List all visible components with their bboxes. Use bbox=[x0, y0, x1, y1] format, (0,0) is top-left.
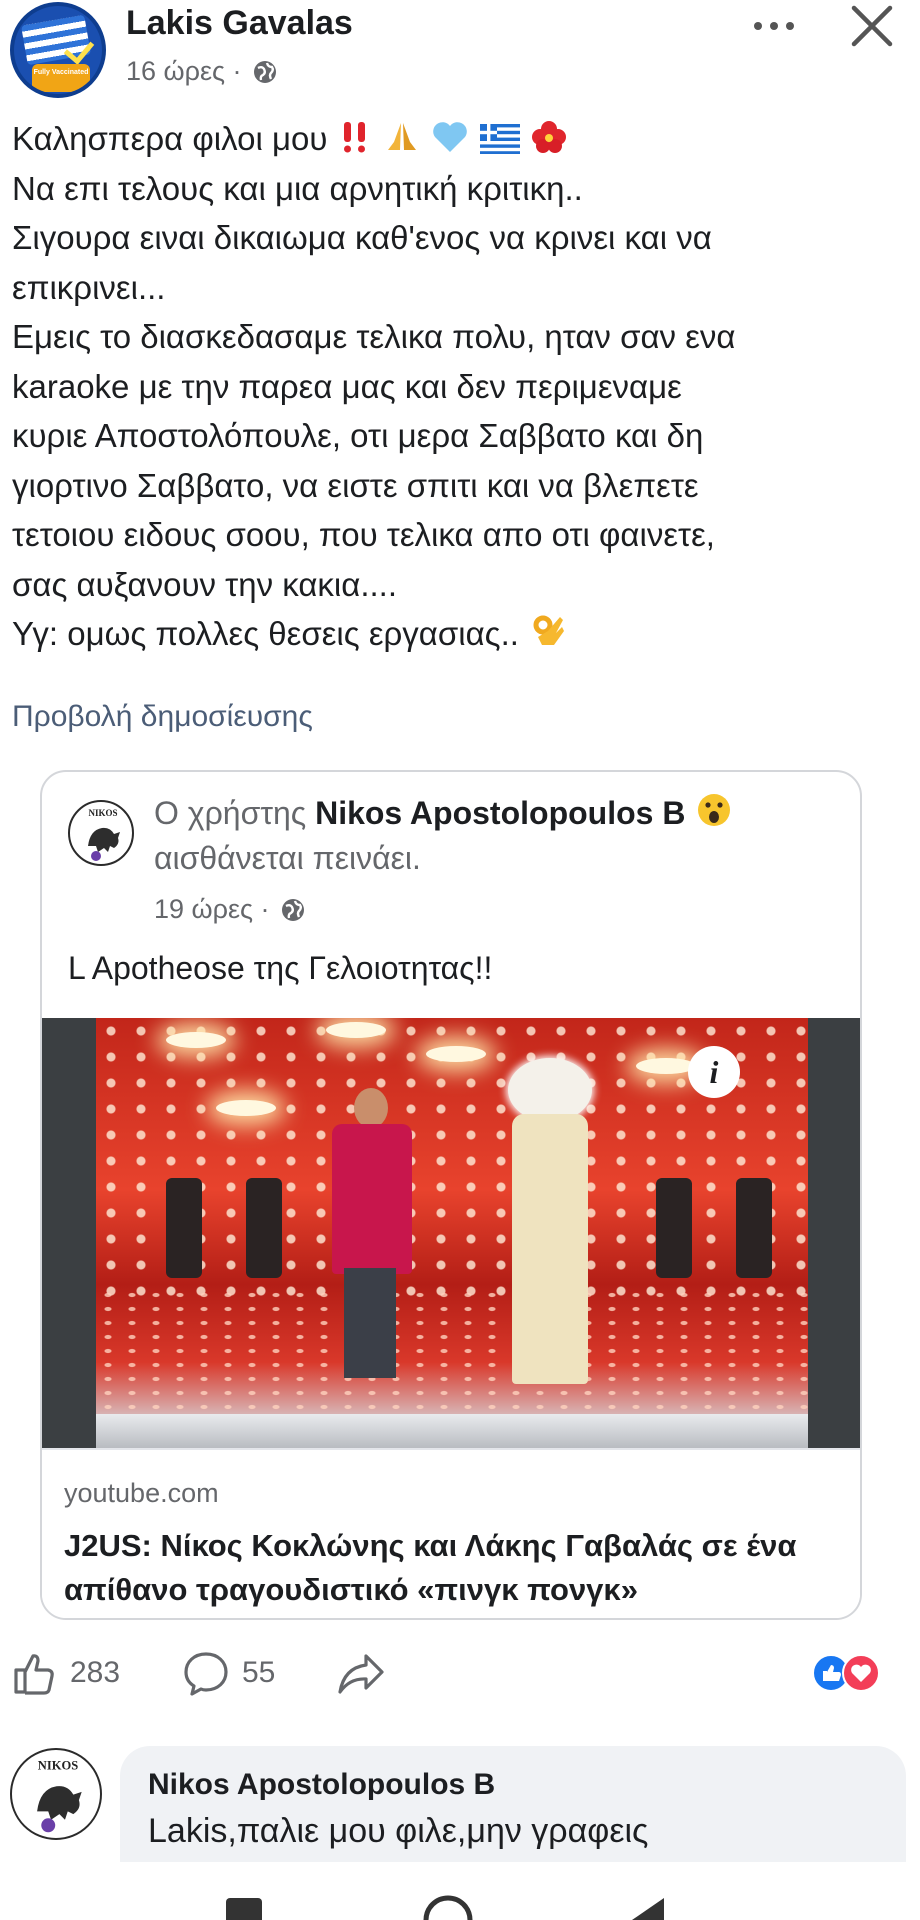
shared-author-line: Ο χρήστης Nikos Apostolopoulos B bbox=[154, 792, 732, 832]
link-domain: youtube.com bbox=[64, 1478, 219, 1508]
comment-count: 55 bbox=[242, 1656, 276, 1689]
post-line: κυριε Αποστολόπουλε, οτι μερα Σαββατο κα… bbox=[12, 417, 704, 454]
link-preview[interactable]: youtube.com J2US: Νίκος Κοκλώνης και Λάκ… bbox=[42, 1448, 860, 1618]
comment-icon bbox=[184, 1652, 228, 1696]
shared-feeling: αισθάνεται πεινάει. bbox=[154, 840, 421, 876]
home-button bbox=[423, 1895, 473, 1920]
love-reaction-icon bbox=[842, 1654, 880, 1692]
info-icon[interactable]: i bbox=[688, 1046, 740, 1098]
share-icon bbox=[338, 1654, 384, 1694]
recents-button bbox=[226, 1898, 262, 1920]
lion-logo-icon: NIKOS bbox=[37, 1759, 82, 1833]
like-count: 283 bbox=[70, 1656, 121, 1689]
lion-logo-icon: NIKOS bbox=[88, 808, 120, 861]
greece-flag-icon bbox=[480, 124, 521, 154]
video-thumbnail[interactable]: i bbox=[42, 1018, 860, 1448]
hibiscus-icon bbox=[532, 121, 567, 153]
close-icon[interactable] bbox=[846, 0, 898, 52]
shared-author-avatar[interactable]: NIKOS bbox=[68, 800, 134, 866]
like-icon bbox=[14, 1654, 54, 1695]
comment-text: Lakis,παλιε μου φιλε,μην γραφεις bbox=[148, 1812, 649, 1850]
action-bar: 283 55 bbox=[0, 1640, 920, 1710]
post-line: Καλησπερα φιλοι μου bbox=[12, 114, 912, 164]
post-line: επικρινει... bbox=[12, 268, 166, 306]
avatar-badge: Fully Vaccinated bbox=[32, 64, 90, 92]
post-line: Να επι τελους και μια αρνητική κριτικη.. bbox=[12, 169, 583, 207]
logo-text: NIKOS bbox=[88, 808, 117, 818]
post-time[interactable]: 16 ώρες · bbox=[126, 56, 242, 87]
back-button bbox=[632, 1898, 664, 1920]
post-line: σας αυξανουν την κακια.... bbox=[12, 565, 397, 603]
commenter-avatar[interactable]: NIKOS bbox=[10, 1748, 102, 1840]
author-name[interactable]: Lakis Gavalas bbox=[126, 4, 353, 43]
globe-icon bbox=[281, 898, 304, 921]
shared-author-name[interactable]: Nikos Apostolopoulos B bbox=[315, 795, 685, 831]
shared-meta: 19 ώρες · bbox=[154, 894, 306, 925]
commenter-name[interactable]: Nikos Apostolopoulos B bbox=[148, 1768, 495, 1802]
ok-hand-icon bbox=[533, 615, 565, 645]
post-line: Εμεις το διασκεδασαμε τελικα πολυ, ηταν … bbox=[12, 318, 736, 355]
comment-button[interactable]: 55 bbox=[182, 1650, 275, 1696]
globe-icon bbox=[253, 60, 276, 83]
view-post-link[interactable]: Προβολή δημοσίευσης bbox=[12, 700, 313, 734]
post-meta: 16 ώρες · bbox=[126, 56, 278, 87]
reaction-summary[interactable] bbox=[812, 1654, 892, 1694]
share-button[interactable] bbox=[336, 1650, 386, 1696]
post-text: Καλησπερα φιλοι μου Να επι τελους και μι… bbox=[12, 114, 912, 659]
post-line: Υγ: ομως πολλες θεσεις εργασιας.. bbox=[12, 609, 912, 659]
system-nav-bar bbox=[0, 1880, 920, 1920]
post-line: karaoke με την παρεα μας και δεν περιμεν… bbox=[12, 367, 682, 405]
post-line: τετοιου ειδους σοου, που τελικα απο οτι … bbox=[12, 516, 715, 553]
surprised-face-icon bbox=[698, 794, 731, 826]
post-line: Σιγουρα ειναι δικαιωμα καθ'ενος να κρινε… bbox=[12, 219, 712, 256]
double-exclamation-icon bbox=[343, 122, 365, 153]
light-blue-heart-icon bbox=[433, 122, 467, 152]
more-icon[interactable] bbox=[744, 6, 804, 46]
post-header: Fully Vaccinated Lakis Gavalas 16 ώρες · bbox=[0, 0, 920, 112]
shared-post-text: L Apotheose της Γελοιοτητας!! bbox=[68, 950, 493, 986]
performer-white-costume bbox=[490, 1058, 610, 1388]
author-avatar[interactable]: Fully Vaccinated bbox=[10, 2, 106, 98]
link-title[interactable]: J2US: Νίκος Κοκλώνης και Λάκης Γαβαλάς σ… bbox=[64, 1524, 844, 1612]
performer-man bbox=[326, 1088, 416, 1388]
stage-image: i bbox=[96, 1018, 808, 1448]
shared-time[interactable]: 19 ώρες · bbox=[154, 894, 270, 925]
logo-text: NIKOS bbox=[38, 1759, 78, 1773]
post-line: γιορτινο Σαββατο, να ειστε σπιτι και να … bbox=[12, 466, 699, 504]
praying-hands-icon bbox=[387, 123, 416, 150]
shared-post-card[interactable]: NIKOS Ο χρήστης Nikos Apostolopoulos B α… bbox=[40, 770, 862, 1620]
like-button[interactable]: 283 bbox=[12, 1650, 120, 1696]
